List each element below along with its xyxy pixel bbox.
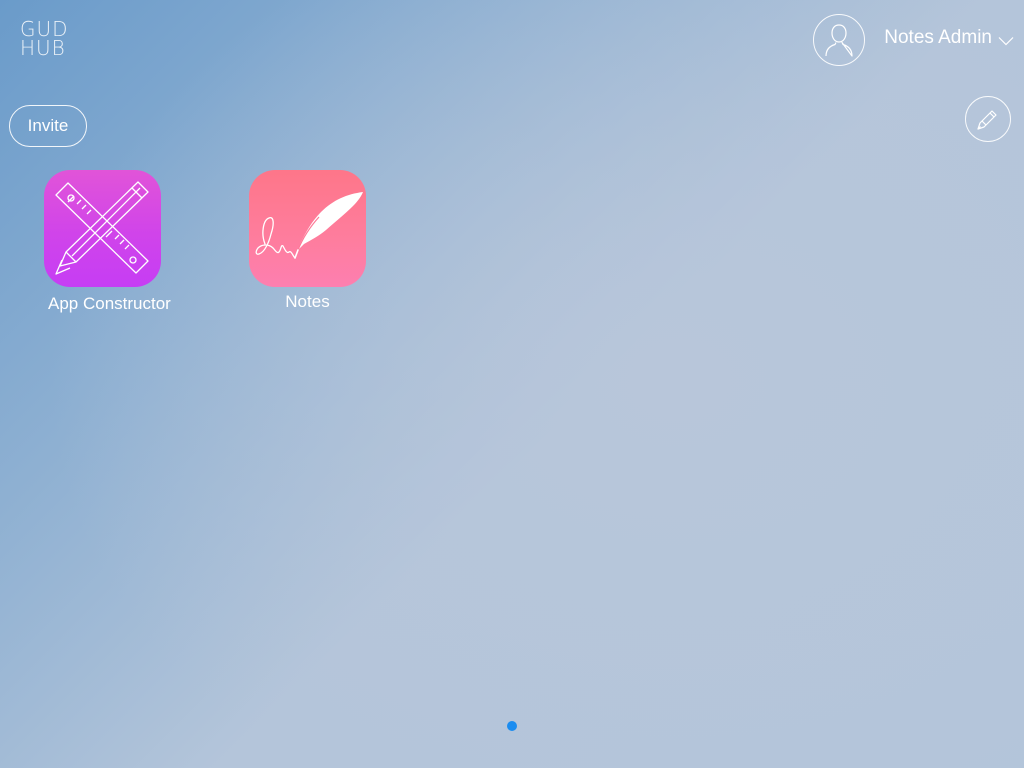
- quill-signature-icon: [255, 192, 363, 259]
- ruler-pencil-icon: [55, 181, 149, 275]
- user-avatar[interactable]: [813, 14, 866, 66]
- invite-button[interactable]: Invite: [9, 105, 87, 147]
- app-tile-app-constructor[interactable]: App Constructor: [44, 170, 181, 314]
- app-tile-notes[interactable]: Notes: [249, 170, 366, 312]
- logo-line-2: HUB: [20, 36, 66, 60]
- pencil-icon: [977, 110, 997, 130]
- app-constructor-icon-tile[interactable]: [44, 170, 161, 287]
- app-label-app-constructor[interactable]: App Constructor: [48, 294, 171, 314]
- notes-icon-tile[interactable]: [249, 170, 366, 287]
- user-menu[interactable]: Notes Admin: [813, 13, 1014, 67]
- user-silhouette-icon: [825, 24, 853, 57]
- edit-button[interactable]: [965, 96, 1011, 142]
- app-label-notes[interactable]: Notes: [285, 292, 329, 312]
- gudhub-logo: GUD HUB: [20, 19, 80, 60]
- user-name[interactable]: Notes Admin: [884, 27, 992, 49]
- chevron-down-icon[interactable]: [998, 36, 1014, 46]
- page-indicator-dot[interactable]: [507, 721, 517, 731]
